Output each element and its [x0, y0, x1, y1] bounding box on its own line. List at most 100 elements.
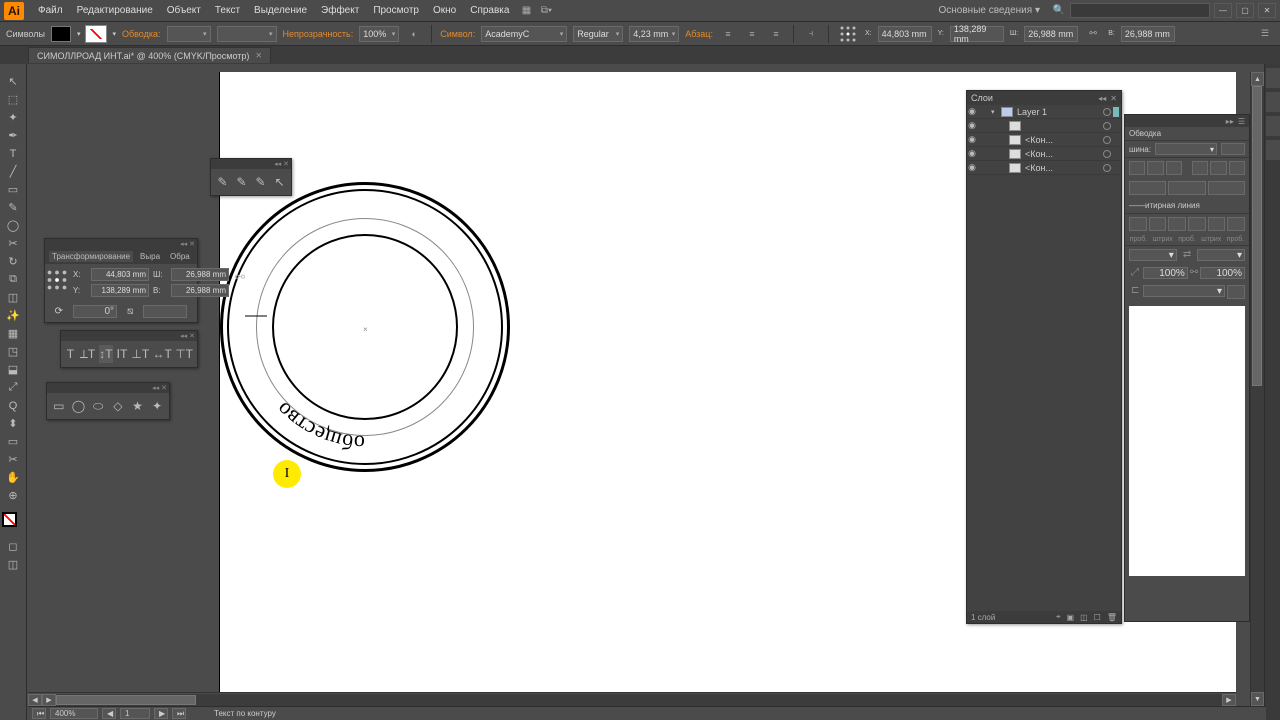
layer-name[interactable]: <Кон...	[1023, 163, 1101, 173]
font-size-field[interactable]: 4,23 mm▾	[629, 26, 679, 42]
path-eraser-icon[interactable]: ✎	[253, 173, 268, 191]
panel-header[interactable]: ◂◂✕	[45, 239, 197, 249]
rectangle-tool[interactable]: ▭	[2, 182, 24, 197]
reference-point[interactable]	[47, 268, 67, 292]
angle-field[interactable]: 0°	[73, 305, 117, 318]
layers-panel-header[interactable]: Слои ◂◂ ✕	[967, 91, 1121, 105]
w-field[interactable]: 26,988 mm	[1024, 26, 1078, 42]
dash-2[interactable]	[1149, 217, 1167, 231]
layer-name[interactable]: Layer 1	[1015, 107, 1101, 117]
line-tool[interactable]: ╱	[2, 164, 24, 179]
delete-layer-icon[interactable]: 🗑	[1107, 613, 1117, 622]
touch-type-icon[interactable]: ⊤T	[175, 345, 193, 363]
arrow-icon[interactable]: ↖	[272, 173, 287, 191]
opacity-field[interactable]: 100%▾	[359, 26, 399, 42]
panel-header[interactable]: ◂◂✕	[61, 331, 197, 341]
menu-select[interactable]: Выделение	[248, 2, 313, 19]
arrow-end-dd[interactable]: ▾	[1197, 249, 1245, 261]
close-icon[interactable]: ✕	[161, 384, 167, 392]
scale-tool[interactable]: ⧉	[2, 272, 24, 287]
search-icon[interactable]: 🔍	[1050, 3, 1068, 19]
profile-dd[interactable]: ▾	[1143, 285, 1225, 297]
arrow-scale-1[interactable]: 100%	[1143, 267, 1188, 279]
collapse-icon[interactable]: ◂◂	[180, 332, 187, 340]
collapse-icon[interactable]: ◂◂	[1098, 94, 1106, 103]
next-artboard-button[interactable]: ▶	[154, 708, 168, 719]
menu-file[interactable]: Файл	[32, 2, 69, 19]
maximize-button[interactable]: ▢	[1236, 3, 1254, 18]
arrange-icon[interactable]: ⧉▾	[537, 3, 555, 19]
doc-tab[interactable]: СИМОЛЛРОАД ИНТ.ai* @ 400% (CMYK/Просмотр…	[28, 47, 271, 63]
fill-swatch[interactable]	[51, 26, 71, 42]
stroke-color[interactable]	[2, 512, 17, 527]
menu-edit[interactable]: Редактирование	[71, 2, 159, 19]
swap-arrows-icon[interactable]: ⇄	[1179, 249, 1195, 261]
prev-artboard-button[interactable]: ◀	[102, 708, 116, 719]
cap-projecting-icon[interactable]	[1166, 161, 1182, 175]
layer-thumb[interactable]	[1009, 149, 1021, 159]
close-icon[interactable]: ✕	[1110, 94, 1117, 103]
path-type-icon[interactable]: ↕T	[99, 345, 112, 363]
shapes-panel[interactable]: ◂◂✕ ▭ ◯ ⬭ ◇ ★ ✦	[46, 382, 170, 420]
font-style-dropdown[interactable]: Regular▾	[573, 26, 623, 42]
stroke-weight-field[interactable]: ▾	[167, 26, 211, 42]
x-field[interactable]: 44,803 mm	[878, 26, 932, 42]
link-icon[interactable]: ⚯	[1190, 267, 1198, 279]
path-text[interactable]: общество	[271, 397, 366, 456]
column-graph-tool[interactable]: ⬍	[2, 416, 24, 431]
stroke-profile[interactable]	[1221, 143, 1245, 155]
eyedropper-tool[interactable]: ⬓	[2, 362, 24, 377]
stroke-swatch[interactable]	[86, 26, 106, 42]
menu-effect[interactable]: Эффект	[315, 2, 365, 19]
h-scroll-thumb[interactable]	[56, 695, 196, 705]
h-scroll-track[interactable]	[56, 694, 1222, 706]
cap-butt-icon[interactable]	[1129, 161, 1145, 175]
vertical-path-type-icon[interactable]: ↔T	[153, 345, 171, 363]
visibility-icon[interactable]: ◉	[967, 120, 977, 131]
y-field[interactable]: 138,289 mm	[950, 26, 1004, 42]
stroke-weight-field[interactable]: ▾	[1155, 143, 1217, 155]
target-icon[interactable]	[1103, 150, 1111, 158]
dash-1[interactable]	[1129, 217, 1147, 231]
appearance-panel[interactable]: ▸▸☰ Обводка шина: ▾ ——итирная линия проб…	[1124, 114, 1250, 622]
collapse-icon[interactable]: ◂◂	[274, 160, 281, 168]
zoom-field[interactable]: 400%	[50, 708, 98, 719]
collapsed-panel-4[interactable]	[1266, 140, 1280, 160]
menu-window[interactable]: Окно	[427, 2, 462, 19]
flip-icon[interactable]	[1227, 285, 1245, 299]
x-field[interactable]: 44,803 mm	[91, 268, 149, 281]
dash-4[interactable]	[1188, 217, 1206, 231]
panel-menu-icon[interactable]: ☰	[1238, 117, 1245, 126]
layers-tab[interactable]: Слои	[971, 93, 993, 103]
tab-align[interactable]: Выра	[137, 251, 163, 262]
layer-name[interactable]: <Кон...	[1023, 149, 1101, 159]
menu-object[interactable]: Объект	[161, 2, 207, 19]
direct-selection-tool[interactable]: ⬚	[2, 92, 24, 107]
cap-round-icon[interactable]	[1147, 161, 1163, 175]
type-icon[interactable]: T	[65, 345, 76, 363]
visibility-icon[interactable]: ◉	[967, 162, 977, 173]
layers-panel[interactable]: Слои ◂◂ ✕ ◉ ▾ Layer 1 ◉ ◉ <Кон... ◉	[966, 90, 1122, 624]
menu-type[interactable]: Текст	[209, 2, 246, 19]
collapse-icon[interactable]: ◂◂	[152, 384, 159, 392]
type-tools-panel[interactable]: ◂◂✕ T ⟂T ↕T ⅠT ⊥T ↔T ⊤T	[60, 330, 198, 368]
font-family-dropdown[interactable]: AcademyC▾	[481, 26, 567, 42]
panel-menu-icon[interactable]: ☰	[1256, 26, 1274, 42]
style-icon[interactable]: ◐	[405, 26, 423, 42]
shear-field[interactable]	[143, 305, 187, 318]
close-button[interactable]: ✕	[1258, 3, 1276, 18]
layer-thumb[interactable]	[1009, 135, 1021, 145]
y-field[interactable]: 138,289 mm	[91, 284, 149, 297]
layer-thumb[interactable]	[1009, 163, 1021, 173]
dash-3[interactable]	[1168, 217, 1186, 231]
scissors-tool[interactable]: ✂	[2, 236, 24, 251]
arrow-start-dd[interactable]: ▾	[1129, 249, 1177, 261]
close-icon[interactable]: ✕	[189, 240, 195, 248]
disclosure-icon[interactable]: ▾	[991, 108, 999, 116]
target-icon[interactable]	[1103, 122, 1111, 130]
tab-transform[interactable]: Трансформирование	[49, 251, 133, 262]
artboard-nav-field[interactable]: 1	[120, 708, 150, 719]
pencil-panel[interactable]: ◂◂✕ ✎ ✎ ✎ ↖	[210, 158, 292, 196]
arrow-scale-2[interactable]: 100%	[1200, 267, 1245, 279]
layer-row[interactable]: ◉ <Кон...	[967, 133, 1121, 147]
